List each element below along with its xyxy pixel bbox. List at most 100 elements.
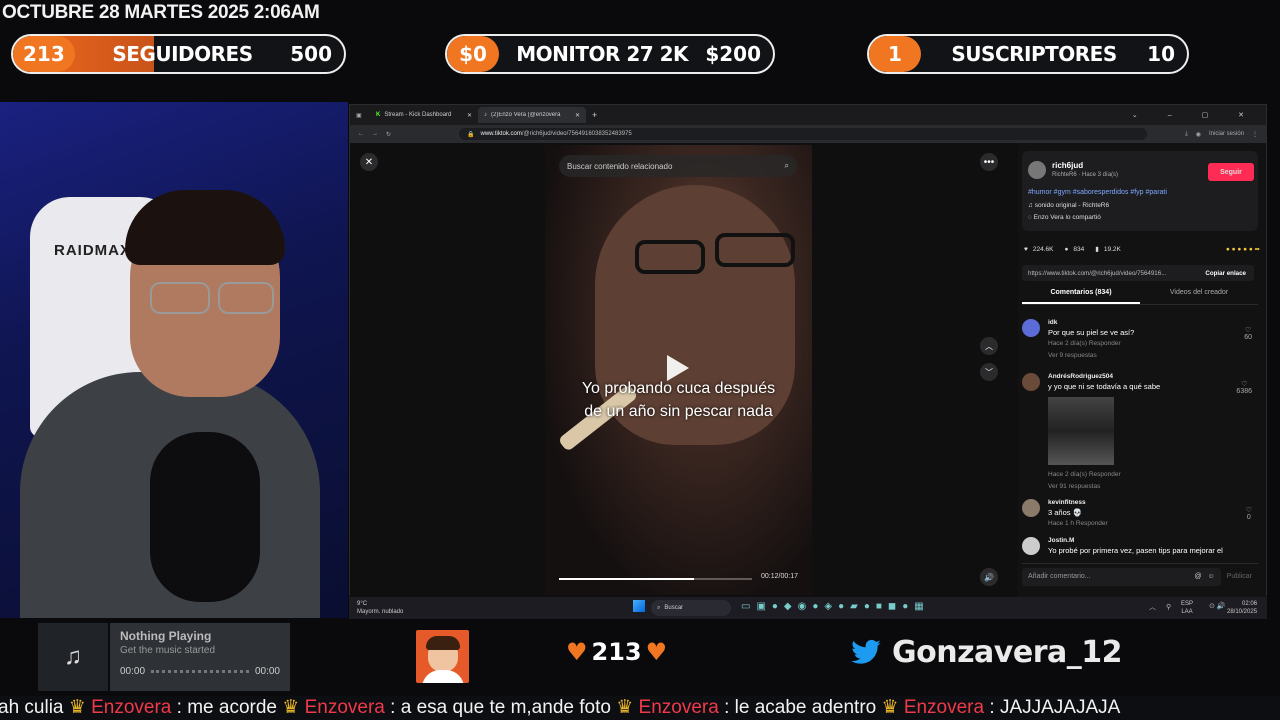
saves-count: 19.2K — [1103, 245, 1121, 253]
forward-icon[interactable]: → — [372, 131, 378, 137]
url-domain: www.tiktok.com — [480, 131, 522, 137]
subscribers-goal: 1 SUSCRIPTORES 10 — [867, 34, 1189, 74]
sound-row[interactable]: ♫ sonido original - RichteR6 — [1028, 202, 1109, 209]
music-card: Nothing Playing Get the music started 00… — [110, 623, 290, 691]
related-search[interactable]: Buscar contenido relacionado ⌕ — [559, 155, 797, 177]
close-icon[interactable]: ✕ — [467, 112, 472, 119]
comment-avatar[interactable] — [1022, 319, 1040, 337]
chat-user: Enzovera — [638, 697, 719, 718]
comment-like[interactable]: ♡ 60 — [1244, 326, 1252, 341]
tab-bar: ▣ K Stream - Kick Dashboard ✕ ♪ (2)Enzo … — [350, 105, 1266, 125]
tab-menu-icon[interactable]: ▣ — [356, 112, 370, 119]
taskbar-app-icons[interactable]: ▭▣●◆◉●◈●▰●■◼●▦ — [741, 601, 930, 612]
comment-avatar[interactable] — [1022, 537, 1040, 555]
url-field[interactable]: 🔒 www.tiktok.com /@rich6jud/video/756491… — [459, 128, 1148, 140]
emoji-icon[interactable]: ☺ — [1208, 573, 1215, 580]
weather-widget[interactable]: 9°C Mayorm. nublado — [357, 600, 403, 616]
tab-tiktok[interactable]: ♪ (2)Enzo Vera (@enzovera14) ✕ — [478, 107, 586, 123]
goal-current: 1 — [869, 36, 921, 72]
comment-author[interactable]: kevinfitness — [1048, 499, 1086, 506]
back-icon[interactable]: ← — [358, 131, 364, 137]
more-icon[interactable]: ••• — [980, 153, 998, 171]
heart-icon[interactable]: ♥ — [1024, 246, 1028, 253]
clock-time: 02:06 — [1242, 601, 1258, 607]
comment-image[interactable] — [1048, 397, 1114, 465]
music-subtitle: Get the music started — [120, 645, 216, 656]
sound-label: sonido original - RichteR6 — [1034, 202, 1110, 209]
tab-kick-dashboard[interactable]: K Stream - Kick Dashboard ✕ — [370, 107, 478, 123]
tab-comments[interactable]: Comentarios (834) — [1022, 289, 1140, 304]
window-controls[interactable]: ⌄ – ▢ ✕ — [1132, 111, 1258, 119]
engagement-row: ♥ 224.6K ● 834 ▮ 19.2K ● ● ● ● ● ➦ — [1024, 245, 1260, 254]
video-progress[interactable] — [559, 578, 752, 580]
publish-button[interactable]: Publicar — [1221, 573, 1258, 580]
view-replies[interactable]: Ver 91 respuestas — [1048, 483, 1100, 490]
volume-icon[interactable]: 🔊 — [980, 568, 998, 586]
share-url: https://www.tiktok.com/@rich6jud/video/7… — [1028, 269, 1167, 277]
language-indicator[interactable]: ESP LAA — [1181, 600, 1193, 616]
at-icon[interactable]: @ — [1194, 573, 1201, 580]
tray-icons[interactable]: ︿ ⚲ — [1149, 602, 1175, 612]
share-icons[interactable]: ● ● ● ● ● ➦ — [1226, 245, 1260, 253]
comment-meta[interactable]: Hace 2 día(s) Responder — [1048, 340, 1121, 347]
author-avatar[interactable] — [1028, 161, 1046, 179]
comment-author[interactable]: AndrésRodriguez504 — [1048, 373, 1113, 380]
comment-meta[interactable]: Hace 1 h Responder — [1048, 520, 1108, 527]
chat-text: ah culia — [0, 697, 64, 718]
close-icon[interactable]: ✕ — [575, 112, 580, 119]
comment-avatar[interactable] — [1022, 499, 1040, 517]
music-note-icon: ♫ — [38, 623, 108, 691]
glasses-left — [150, 282, 210, 314]
new-tab-icon[interactable]: + — [592, 110, 597, 120]
profile-icon[interactable]: ◉ — [1196, 131, 1201, 138]
taskbar-search[interactable]: ⌕ Buscar — [651, 600, 731, 616]
clock-date: 28/10/2025 — [1227, 609, 1258, 615]
shared-row: ◌ Enzo Vera lo compartió — [1028, 214, 1101, 221]
taskbar-clock[interactable]: 02:06 28/10/2025 — [1227, 600, 1257, 616]
goal-current: $0 — [447, 36, 499, 72]
comment-like[interactable]: ♡ 0 — [1246, 506, 1252, 521]
bookmark-icon[interactable]: ▮ — [1095, 245, 1099, 253]
menu-icon[interactable]: ⋮ — [1252, 131, 1258, 138]
crown-icon: ♛ — [282, 697, 305, 718]
tab-creator-videos[interactable]: Videos del creador — [1140, 289, 1258, 304]
streamer-hair — [125, 190, 285, 265]
comment-meta[interactable]: Hace 2 día(s) Responder — [1048, 471, 1121, 478]
music-title: Nothing Playing — [120, 629, 212, 643]
author-sub: RichteR6 · Hace 3 día(s) — [1052, 172, 1119, 178]
followers-goal: 213 SEGUIDORES 500 — [11, 34, 346, 74]
chevron-up-icon[interactable]: ︿ — [980, 337, 998, 355]
hashtags[interactable]: #humor #gym #saboresperdidos #fyp #parat… — [1028, 189, 1167, 196]
view-replies[interactable]: Ver 9 respuestas — [1048, 352, 1097, 359]
close-icon[interactable]: ✕ — [360, 153, 378, 171]
copy-link-button[interactable]: Copiar enlace — [1197, 270, 1254, 277]
network-volume-icons[interactable]: ⊙ 🔊 — [1209, 602, 1226, 610]
author-name[interactable]: rich6jud — [1052, 161, 1083, 170]
windows-start-icon[interactable] — [633, 600, 645, 612]
comment-avatar[interactable] — [1022, 373, 1040, 391]
chevron-down-icon[interactable]: ﹀ — [980, 363, 998, 381]
login-button[interactable]: Iniciar sesión — [1209, 131, 1244, 137]
windows-taskbar: 9°C Mayorm. nublado ⌕ Buscar ▭▣●◆◉●◈●▰●■◼… — [349, 597, 1267, 619]
add-comment-input[interactable]: Añadir comentario... @ ☺ — [1022, 567, 1221, 586]
video-player[interactable]: Buscar contenido relacionado ⌕ Yo proban… — [545, 145, 812, 595]
chat-text: le acabe adentro — [734, 697, 877, 718]
glasses-right — [218, 282, 274, 314]
search-placeholder: Buscar contenido relacionado — [567, 161, 673, 171]
comment-icon[interactable]: ● — [1064, 246, 1068, 253]
comment-like[interactable]: ♡ 6386 — [1236, 380, 1252, 395]
video-progress-fill — [559, 578, 695, 580]
comment-likes: 0 — [1246, 514, 1251, 521]
goal-target: 10 — [1147, 42, 1175, 66]
goal-label: SUSCRIPTORES — [951, 42, 1117, 66]
reload-icon[interactable]: ↻ — [386, 131, 391, 138]
download-icon[interactable]: ⤓ — [1185, 131, 1188, 138]
follow-button[interactable]: Seguir — [1208, 163, 1254, 181]
heart-outline-icon: ♡ — [1245, 507, 1252, 514]
comment-author[interactable]: Jostin.M — [1048, 537, 1074, 544]
comment-item: kevinfitness 3 años 💀 Hace 1 h Responder… — [1022, 499, 1258, 533]
twitter-bird-icon — [851, 639, 881, 664]
crown-icon: ♛ — [68, 697, 92, 718]
comment-item: idk Por que su piel se ve así? Hace 2 dí… — [1022, 319, 1258, 367]
comment-author[interactable]: idk — [1048, 319, 1057, 326]
